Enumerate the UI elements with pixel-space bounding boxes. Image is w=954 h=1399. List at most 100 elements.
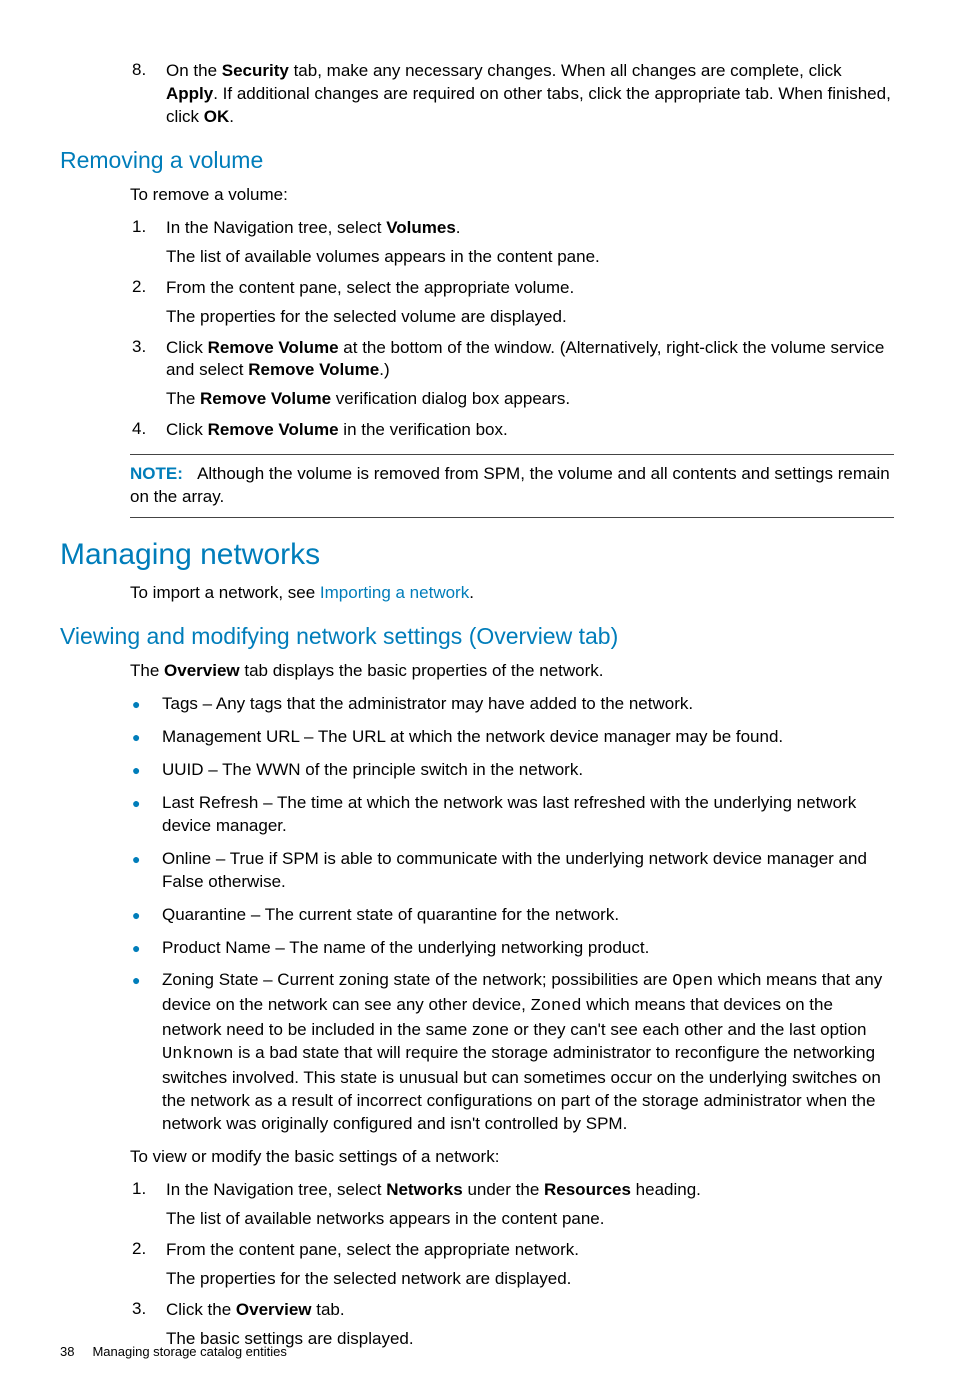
text: UUID – The WWN of the principle switch i… (162, 759, 894, 782)
page-number: 38 (60, 1344, 74, 1359)
list-item: ●Last Refresh – The time at which the ne… (132, 792, 894, 838)
link-importing-network[interactable]: Importing a network (320, 583, 469, 602)
list-body: From the content pane, select the approp… (166, 1239, 894, 1291)
page-footer: 38 Managing storage catalog entities (60, 1344, 287, 1359)
list-number: 1. (132, 217, 166, 269)
text: . If additional changes are required on … (166, 84, 891, 126)
text: In the Navigation tree, select (166, 1180, 386, 1199)
label-overview: Overview (236, 1300, 312, 1319)
heading-managing-networks: Managing networks (60, 538, 894, 572)
note-label: NOTE: (130, 464, 183, 483)
text: From the content pane, select the approp… (166, 1240, 579, 1259)
text: Online – True if SPM is able to communic… (162, 848, 894, 894)
bullet-icon: ● (132, 693, 162, 716)
list-item: ●Online – True if SPM is able to communi… (132, 848, 894, 894)
text: Product Name – The name of the underlyin… (162, 937, 894, 960)
label-networks: Networks (386, 1180, 463, 1199)
text: Management URL – The URL at which the ne… (162, 726, 894, 749)
list-body: Click Remove Volume at the bottom of the… (166, 337, 894, 412)
list-item: 4. Click Remove Volume in the verificati… (132, 419, 894, 442)
bullet-icon: ● (132, 904, 162, 927)
list-number: 8. (132, 60, 166, 129)
list-number: 2. (132, 1239, 166, 1291)
text: Click (166, 338, 208, 357)
sub-text: The list of available volumes appears in… (166, 246, 894, 269)
bullet-icon: ● (132, 726, 162, 749)
sub-text: The properties for the selected network … (166, 1268, 894, 1291)
sub-text: The Remove Volume verification dialog bo… (166, 388, 894, 411)
text: . (229, 107, 234, 126)
footer-title: Managing storage catalog entities (92, 1344, 286, 1359)
text: Zoning State – Current zoning state of t… (162, 970, 672, 989)
bullet-icon: ● (132, 937, 162, 960)
text: tab, make any necessary changes. When al… (289, 61, 842, 80)
ordered-list: 1. In the Navigation tree, select Networ… (132, 1179, 894, 1351)
intro-text: To import a network, see Importing a net… (130, 582, 894, 605)
text: In the Navigation tree, select (166, 218, 386, 237)
list-item: ● Zoning State – Current zoning state of… (132, 969, 894, 1136)
text: Quarantine – The current state of quaran… (162, 904, 894, 927)
label-remove-volume: Remove Volume (208, 338, 339, 357)
list-item: 8. On the Security tab, make any necessa… (132, 60, 894, 129)
list-item: 3. Click Remove Volume at the bottom of … (132, 337, 894, 412)
text: verification dialog box appears. (331, 389, 570, 408)
list-body: On the Security tab, make any necessary … (166, 60, 894, 129)
label-remove-volume: Remove Volume (200, 389, 331, 408)
list-item: 1. In the Navigation tree, select Networ… (132, 1179, 894, 1231)
list-body: In the Navigation tree, select Volumes. … (166, 217, 894, 269)
heading-removing-volume: Removing a volume (60, 147, 894, 174)
sub-text: The properties for the selected volume a… (166, 306, 894, 329)
text: The (130, 661, 164, 680)
intro-text: To remove a volume: (130, 184, 894, 207)
ordered-list-continuation: 8. On the Security tab, make any necessa… (132, 60, 894, 129)
text: .) (379, 360, 389, 379)
code-open: Open (672, 972, 713, 991)
list-number: 3. (132, 337, 166, 412)
list-item: ●UUID – The WWN of the principle switch … (132, 759, 894, 782)
code-unknown: Unknown (162, 1045, 233, 1064)
text: . (456, 218, 461, 237)
text: To import a network, see (130, 583, 320, 602)
text: tab. (312, 1300, 345, 1319)
list-body: Click Remove Volume in the verification … (166, 419, 894, 442)
text: . (469, 583, 474, 602)
text: From the content pane, select the approp… (166, 278, 574, 297)
text: under the (463, 1180, 544, 1199)
label-ok: OK (204, 107, 230, 126)
page: 8. On the Security tab, make any necessa… (0, 0, 954, 1399)
list-item: ●Product Name – The name of the underlyi… (132, 937, 894, 960)
intro-text: To view or modify the basic settings of … (130, 1146, 894, 1169)
label-apply: Apply (166, 84, 213, 103)
label-resources: Resources (544, 1180, 631, 1199)
text: The (166, 389, 200, 408)
bullet-icon: ● (132, 792, 162, 838)
list-number: 1. (132, 1179, 166, 1231)
list-number: 4. (132, 419, 166, 442)
label-volumes: Volumes (386, 218, 456, 237)
list-item: ●Management URL – The URL at which the n… (132, 726, 894, 749)
text: Click (166, 420, 208, 439)
label-overview: Overview (164, 661, 240, 680)
label-remove-volume: Remove Volume (208, 420, 339, 439)
heading-viewing-network-settings: Viewing and modifying network settings (… (60, 623, 894, 650)
text: Click the (166, 1300, 236, 1319)
bullet-list: ●Tags – Any tags that the administrator … (132, 693, 894, 1136)
text: Tags – Any tags that the administrator m… (162, 693, 894, 716)
text: in the verification box. (339, 420, 508, 439)
label-security: Security (222, 61, 289, 80)
list-body: In the Navigation tree, select Networks … (166, 1179, 894, 1231)
intro-text: The Overview tab displays the basic prop… (130, 660, 894, 683)
text: tab displays the basic properties of the… (240, 661, 604, 680)
text: On the (166, 61, 222, 80)
bullet-icon: ● (132, 848, 162, 894)
sub-text: The list of available networks appears i… (166, 1208, 894, 1231)
note-box: NOTE: Although the volume is removed fro… (130, 454, 894, 518)
list-item: ●Tags – Any tags that the administrator … (132, 693, 894, 716)
label-remove-volume: Remove Volume (248, 360, 379, 379)
bullet-icon: ● (132, 969, 162, 1136)
ordered-list: 1. In the Navigation tree, select Volume… (132, 217, 894, 443)
list-body: From the content pane, select the approp… (166, 277, 894, 329)
text: Zoning State – Current zoning state of t… (162, 969, 894, 1136)
code-zoned: Zoned (531, 997, 582, 1016)
text: Last Refresh – The time at which the net… (162, 792, 894, 838)
